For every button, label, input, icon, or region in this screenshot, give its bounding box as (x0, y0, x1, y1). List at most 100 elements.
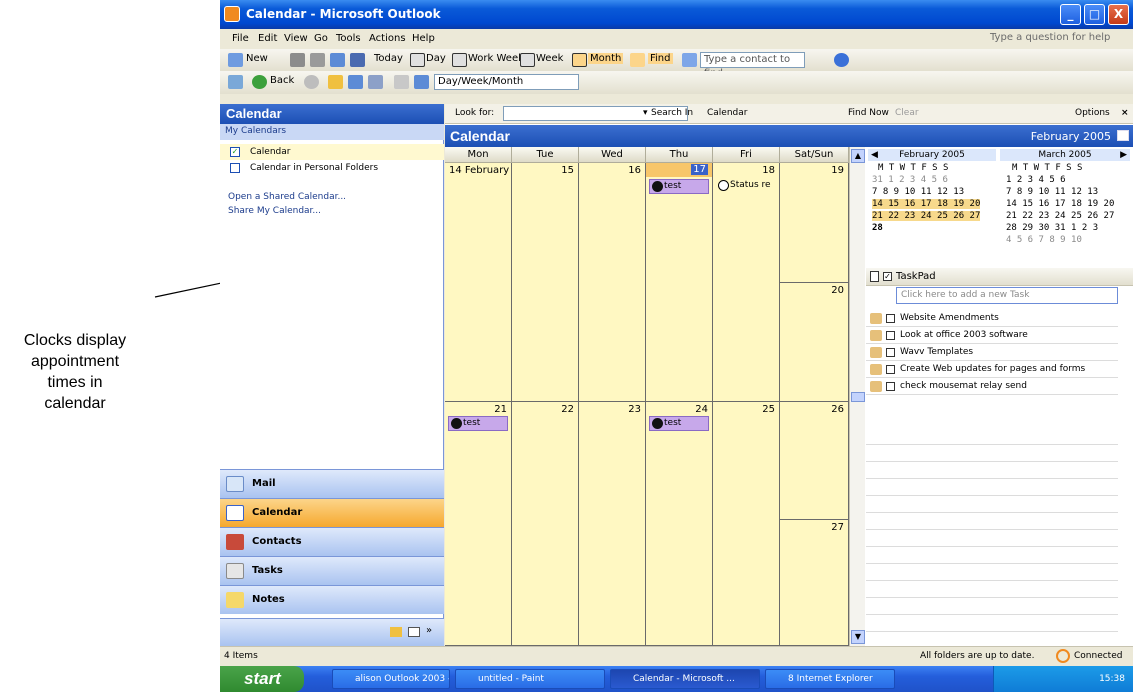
task-checkbox[interactable] (886, 348, 895, 357)
forward-icon[interactable] (304, 75, 319, 89)
mar-week-row[interactable]: 21 22 23 24 25 26 27 (1006, 211, 1114, 221)
calendar-scrollbar[interactable]: ▲ ▼ (849, 147, 865, 646)
find-now-button[interactable]: Find Now (848, 108, 889, 118)
calendar-view-icon[interactable] (414, 75, 429, 89)
connection-status[interactable]: Connected (1074, 651, 1122, 661)
today-button[interactable]: Today (374, 53, 403, 64)
appointment-test[interactable]: test (649, 179, 709, 194)
day-cell-feb24[interactable]: 24 test (646, 402, 713, 646)
day-cell-feb20[interactable]: 20 (780, 283, 849, 402)
mar-week-row[interactable]: 4 5 6 7 8 9 10 (1006, 235, 1082, 245)
title-bar[interactable]: Calendar - Microsoft Outlook _ □ X (220, 0, 1133, 29)
taskbar-item-outlook[interactable]: Calendar - Microsoft ... (610, 669, 760, 689)
day-cell-feb25[interactable]: 25 (713, 402, 780, 646)
contacts-button[interactable]: Contacts (220, 527, 444, 556)
scroll-thumb[interactable] (851, 392, 865, 402)
start-button[interactable]: start (220, 666, 304, 692)
day-cell-feb27[interactable]: 27 (780, 520, 849, 646)
task-row[interactable]: Website Amendments (866, 310, 1118, 327)
calendar-button[interactable]: Calendar (220, 498, 444, 527)
day-cell-feb26[interactable]: 26 (780, 402, 849, 520)
mar-week-row[interactable]: 28 29 30 31 1 2 3 (1006, 223, 1098, 233)
print-preview-icon[interactable] (368, 75, 383, 89)
week-button[interactable]: Week (536, 53, 563, 64)
nav-personal-calendar-item[interactable]: Calendar in Personal Folders (220, 160, 444, 176)
task-checkbox[interactable] (886, 382, 895, 391)
menu-go[interactable]: Go (314, 33, 328, 44)
close-find-icon[interactable]: × (1121, 108, 1129, 118)
feb-week-row-selected[interactable]: 21 22 23 24 25 26 27 (872, 211, 981, 221)
day-cell-feb17[interactable]: 17 test (646, 163, 713, 402)
menu-file[interactable]: File (232, 33, 249, 44)
tasks-button[interactable]: Tasks (220, 556, 444, 585)
new-button[interactable]: New (246, 53, 268, 64)
scroll-up-icon[interactable]: ▲ (851, 149, 865, 163)
taskbar-item-word[interactable]: alison Outlook 2003 - ... (332, 669, 450, 689)
month-button[interactable]: Month (588, 53, 624, 64)
folder-list-icon[interactable] (390, 627, 402, 637)
task-row[interactable]: check mousemat relay send (866, 378, 1118, 395)
mar-week-row[interactable]: 1 2 3 4 5 6 (1006, 175, 1066, 185)
day-cell-feb18[interactable]: 18 Status re (713, 163, 780, 402)
up-folder-icon[interactable] (328, 75, 343, 89)
mail-button[interactable]: Mail (220, 469, 444, 498)
open-shared-calendar-link[interactable]: Open a Shared Calendar... (228, 192, 346, 202)
address-book-icon[interactable] (350, 53, 365, 67)
task-row[interactable]: Wavv Templates (866, 344, 1118, 361)
day-cell-feb19[interactable]: 19 (780, 163, 849, 283)
day-cell-feb15[interactable]: 15 (512, 163, 579, 402)
share-my-calendar-link[interactable]: Share My Calendar... (228, 206, 321, 216)
options-button[interactable]: Options (1075, 108, 1110, 118)
menu-view[interactable]: View (284, 33, 308, 44)
task-checkbox[interactable] (886, 365, 895, 374)
task-row[interactable]: Look at office 2003 software (866, 327, 1118, 344)
clear-button[interactable]: Clear (895, 108, 919, 118)
new-task-input[interactable]: Click here to add a new Task (896, 287, 1118, 304)
grid-icon[interactable] (330, 53, 345, 67)
contacts-book-icon[interactable] (682, 53, 697, 67)
back-button[interactable]: Back (270, 75, 294, 86)
configure-buttons-icon[interactable]: » (426, 625, 432, 636)
shortcuts-icon[interactable] (408, 627, 420, 637)
task-row[interactable]: Create Web updates for pages and forms (866, 361, 1118, 378)
web-icon[interactable] (228, 75, 243, 89)
search-in-button[interactable]: Search In (651, 108, 693, 118)
menu-edit[interactable]: Edit (258, 33, 277, 44)
taskbar-item-paint[interactable]: untitled - Paint (455, 669, 605, 689)
feb-week-row[interactable]: 7 8 9 10 11 12 13 (872, 187, 964, 197)
day-cell-feb14[interactable]: 14 February (445, 163, 512, 402)
day-cell-feb16[interactable]: 16 (579, 163, 646, 402)
my-calendars-header[interactable]: My Calendars (220, 124, 444, 140)
minimize-button[interactable]: _ (1060, 4, 1081, 25)
current-view-select[interactable]: Day/Week/Month (434, 74, 579, 90)
notes-button[interactable]: Notes (220, 585, 444, 614)
search-in-dropdown-arrow[interactable]: ▾ (643, 108, 648, 118)
folder-list-icon[interactable] (348, 75, 363, 89)
calendar-checkbox[interactable]: ✓ (230, 147, 240, 157)
scroll-down-icon[interactable]: ▼ (851, 630, 865, 644)
day-cell-feb21[interactable]: 21 test (445, 402, 512, 646)
personal-calendar-checkbox[interactable] (230, 163, 240, 173)
prev-month-icon[interactable]: ◀ (871, 149, 878, 161)
day-cell-feb23[interactable]: 23 (579, 402, 646, 646)
mar-week-row[interactable]: 7 8 9 10 11 12 13 (1006, 187, 1098, 197)
help-search-input[interactable]: Type a question for help (990, 32, 1125, 47)
clock-display[interactable]: 15:38 (1099, 674, 1125, 684)
work-week-button[interactable]: Work Week (468, 53, 524, 64)
day-cell-feb22[interactable]: 22 (512, 402, 579, 646)
help-icon[interactable] (834, 53, 849, 67)
undo-icon[interactable] (394, 75, 409, 89)
task-checkbox[interactable] (886, 314, 895, 323)
close-button[interactable]: X (1108, 4, 1129, 25)
appointment-status[interactable]: Status re (716, 179, 778, 194)
contact-search-input[interactable]: Type a contact to find (700, 52, 805, 79)
print-icon[interactable] (290, 53, 305, 67)
appointment-test[interactable]: test (448, 416, 508, 431)
taskbar-item-ie[interactable]: 8 Internet Explorer (765, 669, 895, 689)
maximize-button[interactable]: □ (1084, 4, 1105, 25)
appointment-test[interactable]: test (649, 416, 709, 431)
task-checkbox[interactable] (886, 331, 895, 340)
complete-column-icon[interactable]: ✓ (883, 272, 892, 281)
delete-icon[interactable] (310, 53, 325, 67)
nav-calendar-item[interactable]: ✓ Calendar (220, 144, 444, 160)
